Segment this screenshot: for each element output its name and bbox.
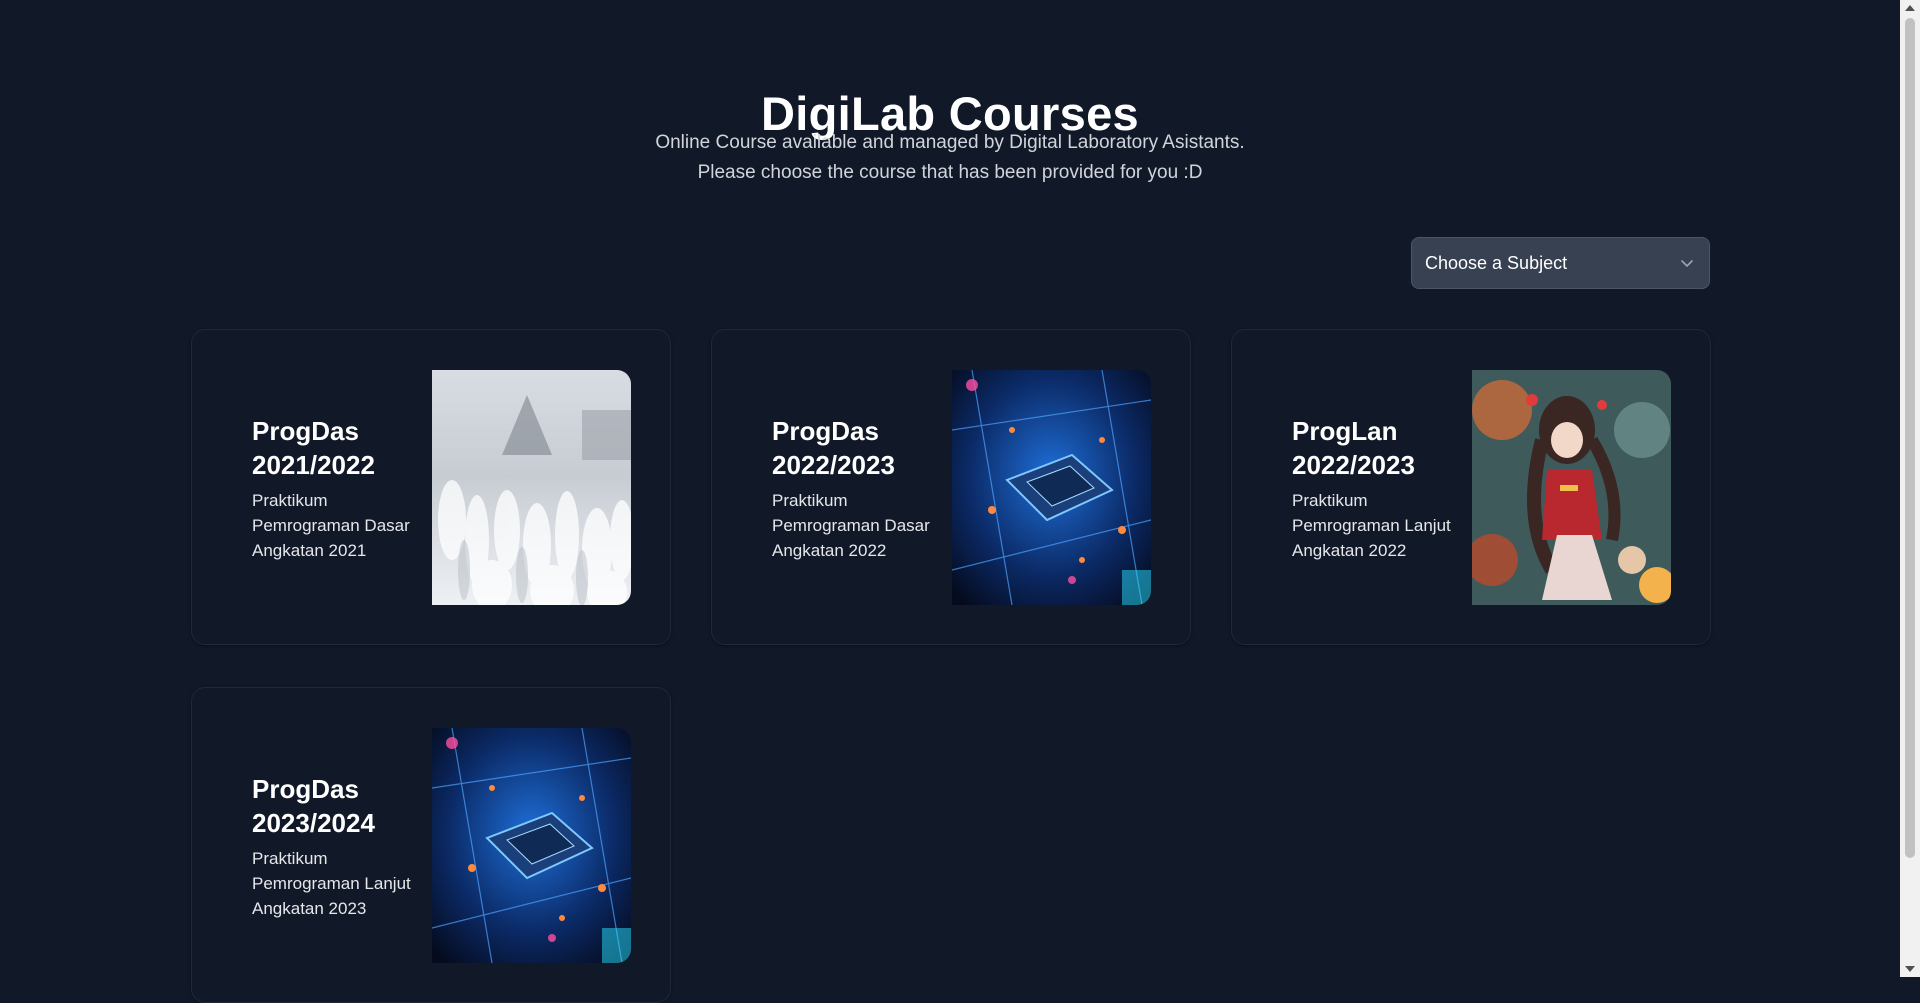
circuit-chip-image — [432, 728, 631, 963]
course-title: ProgDas 2021/2022 — [252, 416, 375, 480]
course-title: ProgDas 2022/2023 — [772, 416, 895, 480]
courses-page: DigiLab Courses Online Course available … — [0, 0, 1900, 1003]
course-card-text: ProgDas 2021/2022 Praktikum Pemrograman … — [252, 414, 422, 563]
course-card-progdas-2021[interactable]: ProgDas 2021/2022 Praktikum Pemrograman … — [191, 329, 671, 645]
scroll-up-icon[interactable] — [1905, 5, 1915, 11]
course-description: Praktikum Pemrograman Dasar Angkatan 202… — [252, 491, 410, 560]
course-description: Praktikum Pemrograman Dasar Angkatan 202… — [772, 491, 930, 560]
course-card-text: ProgDas 2023/2024 Praktikum Pemrograman … — [252, 772, 422, 921]
course-description: Praktikum Pemrograman Lanjut Angkatan 20… — [252, 849, 411, 918]
scroll-down-icon[interactable] — [1905, 966, 1915, 972]
course-description: Praktikum Pemrograman Lanjut Angkatan 20… — [1292, 491, 1451, 560]
course-card-proglan-2022[interactable]: ProgLan 2022/2023 Praktikum Pemrograman … — [1231, 329, 1711, 645]
course-card-text: ProgLan 2022/2023 Praktikum Pemrograman … — [1292, 414, 1462, 563]
course-card-progdas-2023[interactable]: ProgDas 2023/2024 Praktikum Pemrograman … — [191, 687, 671, 1003]
course-title: ProgDas 2023/2024 — [252, 774, 375, 838]
page-subtitle: Online Course available and managed by D… — [0, 128, 1900, 188]
page-scrollbar[interactable] — [1900, 0, 1920, 977]
subject-select-value: Choose a Subject — [1425, 252, 1568, 273]
anime-illustration-image — [1472, 370, 1671, 605]
snowy-field-image — [432, 370, 631, 605]
circuit-chip-image — [952, 370, 1151, 605]
subtitle-line-1: Online Course available and managed by D… — [655, 132, 1245, 153]
course-card-text: ProgDas 2022/2023 Praktikum Pemrograman … — [772, 414, 942, 563]
chevron-down-icon — [1679, 255, 1695, 271]
scrollbar-thumb[interactable] — [1905, 18, 1915, 858]
subtitle-line-2: Please choose the course that has been p… — [697, 162, 1203, 183]
course-card-progdas-2022[interactable]: ProgDas 2022/2023 Praktikum Pemrograman … — [711, 329, 1191, 645]
course-title: ProgLan 2022/2023 — [1292, 416, 1415, 480]
subject-select[interactable]: Choose a Subject — [1411, 237, 1710, 289]
